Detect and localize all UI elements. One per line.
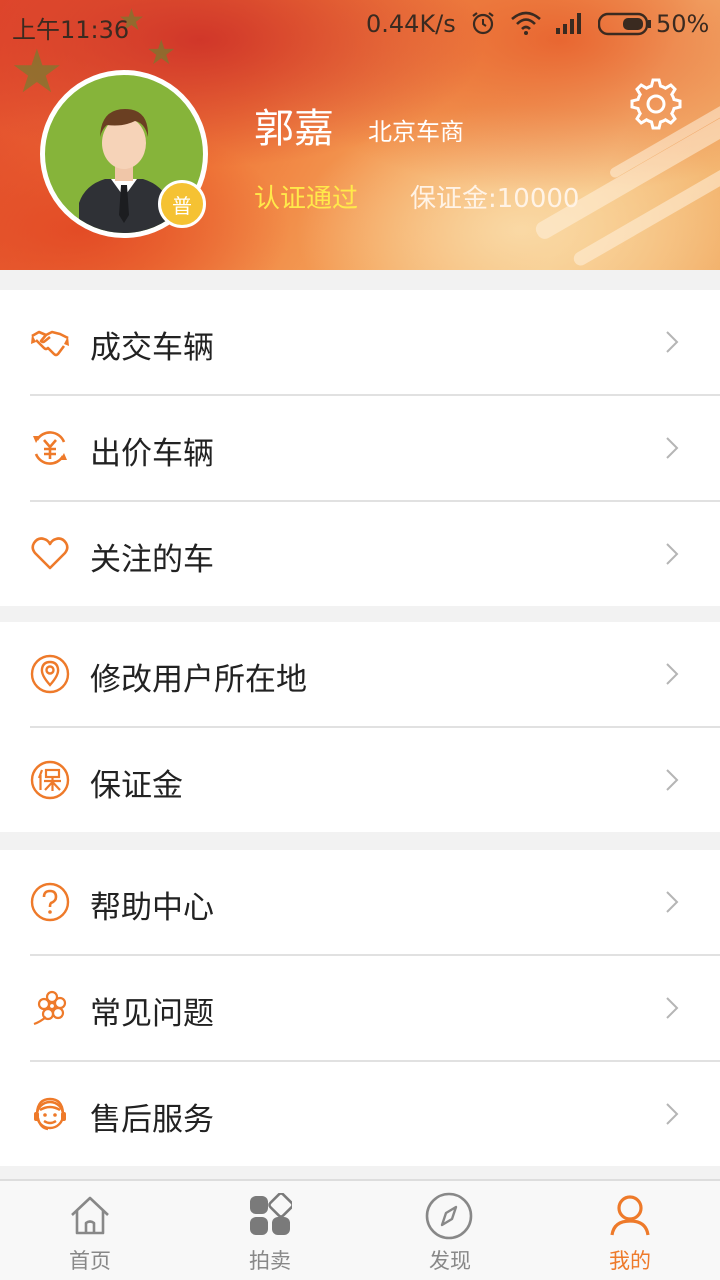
menu-item-deals[interactable]: 成交车辆 <box>0 290 720 394</box>
location-pin-icon <box>30 654 70 694</box>
menu-item-deposit[interactable]: 保证金 <box>0 728 720 832</box>
menu-group-orders: 成交车辆 出价车辆 关注的车 <box>0 290 720 606</box>
bottom-nav: 首页 拍卖 发现 我的 <box>0 1179 720 1280</box>
chevron-right-icon <box>666 1103 679 1125</box>
menu-item-label: 帮助中心 <box>90 890 214 926</box>
profile-header: ★ ★ ★ 上午11:36 0.44K/s 50% 普 郭嘉 北京车商 认证通过… <box>0 0 720 270</box>
settings-gear-icon[interactable] <box>626 74 686 134</box>
nav-label: 首页 <box>69 1249 111 1273</box>
customer-service-icon <box>34 1097 66 1131</box>
status-battery: 50% <box>656 10 710 38</box>
menu-group-support: 帮助中心 常见问题 售后服务 <box>0 850 720 1166</box>
wifi-icon <box>511 11 541 35</box>
status-bar: 上午11:36 0.44K/s 50% <box>0 0 720 50</box>
chevron-right-icon <box>666 663 679 685</box>
nav-tab-mine[interactable]: 我的 <box>540 1181 720 1280</box>
member-level-badge: 普 <box>158 180 206 228</box>
user-role: 北京车商 <box>368 118 464 146</box>
chevron-right-icon <box>666 997 679 1019</box>
menu-item-bids[interactable]: 出价车辆 <box>0 396 720 500</box>
certification-status: 认证通过 <box>254 184 359 214</box>
menu-item-after-sales[interactable]: 售后服务 <box>0 1062 720 1166</box>
status-time: 上午11:36 <box>12 16 130 44</box>
deposit-icon <box>30 760 70 800</box>
menu-item-label: 售后服务 <box>90 1102 214 1138</box>
battery-icon <box>598 12 651 36</box>
chevron-right-icon <box>666 769 679 791</box>
nav-label: 发现 <box>429 1249 471 1273</box>
menu-item-faq[interactable]: 常见问题 <box>0 956 720 1060</box>
chevron-right-icon <box>666 543 679 565</box>
alarm-icon <box>472 12 494 35</box>
compass-icon <box>425 1192 473 1240</box>
handshake-icon <box>31 330 69 357</box>
nav-tab-discover[interactable]: 发现 <box>360 1181 540 1280</box>
menu-item-change-location[interactable]: 修改用户所在地 <box>0 622 720 726</box>
person-icon <box>610 1195 650 1236</box>
menu-item-label: 修改用户所在地 <box>90 662 307 698</box>
menu-item-label: 成交车辆 <box>90 330 214 366</box>
chevron-right-icon <box>666 437 679 459</box>
status-net-speed: 0.44K/s <box>366 10 456 38</box>
user-name: 郭嘉 <box>254 106 334 152</box>
chevron-right-icon <box>666 331 679 353</box>
chevron-right-icon <box>666 891 679 913</box>
menu-item-label: 保证金 <box>90 768 183 804</box>
deposit-amount: 保证金:10000 <box>410 184 580 214</box>
signal-icon <box>556 13 581 34</box>
menu-item-label: 关注的车 <box>90 542 214 578</box>
grid-icon <box>250 1193 292 1235</box>
yuan-exchange-icon <box>33 431 67 465</box>
menu-item-label: 出价车辆 <box>90 436 214 472</box>
menu-item-label: 常见问题 <box>90 996 214 1032</box>
nav-label: 拍卖 <box>249 1249 291 1273</box>
menu-item-help-center[interactable]: 帮助中心 <box>0 850 720 954</box>
nav-tab-auction[interactable]: 拍卖 <box>180 1181 360 1280</box>
home-icon <box>71 1196 109 1235</box>
flower-icon <box>33 990 67 1026</box>
help-icon <box>30 882 70 922</box>
nav-tab-home[interactable]: 首页 <box>0 1181 180 1280</box>
heart-icon <box>31 537 69 570</box>
nav-label: 我的 <box>609 1249 651 1273</box>
menu-group-account: 修改用户所在地 保证金 <box>0 622 720 832</box>
menu-item-favorites[interactable]: 关注的车 <box>0 502 720 606</box>
